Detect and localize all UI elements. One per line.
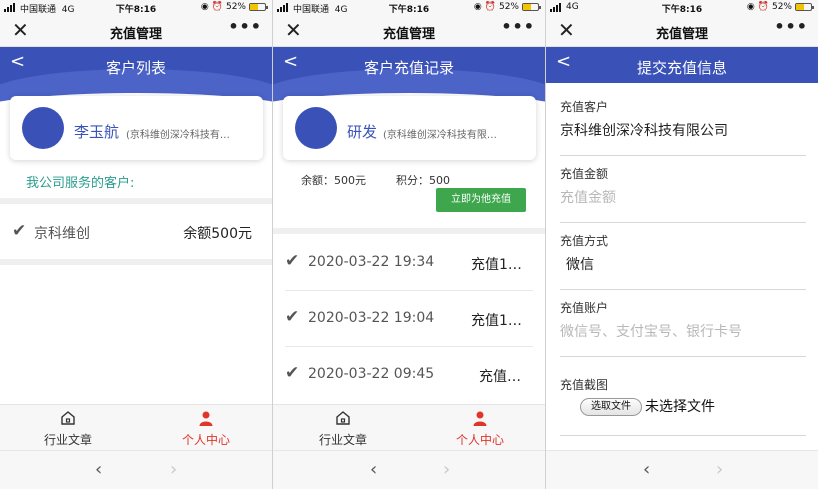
recharge-records-screen: 中国联通 4G 下午8:16 ◉ ⏰ 52% ✕ 充值管理 ••• < 客户充值记录… (273, 0, 545, 489)
status-bar: 中国联通 4G 下午8:16 ◉ ⏰ 52% (273, 0, 545, 16)
browser-nav-bar: ‹ › (546, 450, 818, 489)
nav-forward-icon[interactable]: › (716, 459, 723, 480)
page-title: 客户充值记录 (363, 59, 454, 77)
status-bar: 中国联通 4G 下午8:16 ◉ ⏰ 52% (0, 0, 272, 16)
battery-percent: 52% (498, 2, 519, 12)
alarm-icon: ⏰ (757, 2, 769, 12)
record-row[interactable]: ✔ 2020-03-22 09:45 充值… (273, 346, 545, 402)
submit-recharge-screen: 4G 下午8:16 ◉ ⏰ 52% ✕ 充值管理 ••• < 提交充值信息 充值客户… (546, 0, 818, 489)
file-status: 未选择文件 (645, 399, 715, 415)
customer-label: 充值客户 (560, 100, 609, 114)
check-icon: ✔ (285, 307, 300, 327)
avatar (295, 107, 337, 149)
status-bar: 4G 下午8:16 ◉ ⏰ 52% (546, 0, 818, 16)
nav-back-icon[interactable]: ‹ (643, 459, 650, 480)
tab-bar: 行业文章 个人中心 (273, 404, 545, 450)
record-datetime: 2020-03-22 19:34 (308, 254, 435, 270)
home-icon (336, 411, 350, 425)
page-title: 客户列表 (105, 59, 166, 77)
person-icon (473, 411, 487, 426)
choose-file-button[interactable]: 选取文件 (580, 398, 642, 416)
record-datetime: 2020-03-22 09:45 (308, 366, 435, 382)
alarm-icon: ⏰ (484, 2, 496, 12)
amount-field[interactable]: 充值金额 充值金额 (560, 157, 806, 223)
record-row[interactable]: ✔ 2020-03-22 19:04 充值1… (273, 290, 545, 346)
record-status: 充值1… (471, 313, 522, 329)
more-icon[interactable]: ••• (501, 17, 535, 36)
user-name: 李玉航 (74, 123, 120, 141)
rotation-lock-icon: ◉ (200, 2, 209, 12)
section-title: 我公司服务的客户: (26, 176, 135, 191)
page-header: < 客户列表 (0, 47, 272, 87)
alarm-icon: ⏰ (211, 2, 223, 12)
user-company: (京科维创深冷科技有… (126, 130, 230, 141)
customer-field[interactable]: 充值客户 京科维创深冷科技有限公司 (560, 90, 806, 156)
tab-articles[interactable]: 行业文章 (18, 405, 118, 451)
check-icon: ✔ (285, 251, 300, 271)
avatar (22, 107, 64, 149)
account-input[interactable]: 微信号、支付宝号、银行卡号 (560, 321, 742, 341)
customer-name: 研发 (347, 123, 378, 141)
balance-label: 余额：500元 (301, 174, 366, 187)
battery-icon (522, 3, 541, 11)
tab-articles-label: 行业文章 (318, 433, 367, 447)
more-icon[interactable]: ••• (774, 17, 808, 36)
amount-input[interactable]: 充值金额 (560, 187, 616, 207)
customer-card: 研发 (京科维创深冷科技有限… (283, 96, 536, 160)
check-icon: ✔ (12, 221, 27, 241)
tab-profile-label: 个人中心 (181, 433, 230, 447)
check-icon: ✔ (285, 363, 300, 383)
tab-profile[interactable]: 个人中心 (156, 405, 256, 451)
nav-forward-icon[interactable]: › (443, 459, 450, 480)
nav-back-icon[interactable]: ‹ (370, 459, 377, 480)
battery-icon (249, 3, 268, 11)
recharge-now-button[interactable]: 立即为他充值 (436, 188, 526, 212)
battery-percent: 52% (225, 2, 246, 12)
more-icon[interactable]: ••• (228, 17, 262, 36)
screenshot-label: 充值截图 (560, 378, 609, 392)
amount-label: 充值金额 (560, 167, 609, 181)
tab-articles[interactable]: 行业文章 (293, 405, 393, 451)
account-field[interactable]: 充值账户 微信号、支付宝号、银行卡号 (560, 291, 806, 357)
method-label: 充值方式 (560, 234, 609, 248)
page-title: 提交充值信息 (636, 59, 727, 77)
customer-company: (京科维创深冷科技有限… (383, 130, 497, 141)
record-row[interactable]: ✔ 2020-03-22 19:34 充值1… (273, 234, 545, 290)
person-icon (199, 411, 213, 426)
nav-forward-icon[interactable]: › (170, 459, 177, 480)
method-field[interactable]: 充值方式 微信 (560, 224, 806, 290)
tab-profile-label: 个人中心 (455, 433, 504, 447)
record-datetime: 2020-03-22 19:04 (308, 310, 435, 326)
page-header: < 客户充值记录 (273, 47, 545, 87)
battery-percent: 52% (771, 2, 792, 12)
browser-nav-bar: ‹ › (0, 450, 272, 489)
tab-bar: 行业文章 个人中心 (0, 404, 272, 450)
tab-articles-label: 行业文章 (43, 433, 92, 447)
user-card: 李玉航 (京科维创深冷科技有… (10, 96, 263, 160)
screenshot-field: 充值截图 选取文件 未选择文件 (560, 368, 806, 436)
battery-icon (795, 3, 814, 11)
points-label: 积分：500 (396, 174, 450, 187)
record-status: 充值1… (471, 257, 522, 273)
account-label: 充值账户 (560, 301, 609, 315)
method-select[interactable]: 微信 (566, 254, 594, 274)
customer-row[interactable]: ✔ 京科维创 余额500元 (0, 204, 272, 259)
customer-value: 京科维创深冷科技有限公司 (560, 123, 728, 139)
customer-list-screen: 中国联通 4G 下午8:16 ◉ ⏰ 52% ✕ 充值管理 ••• < 客户列表 李… (0, 0, 272, 489)
record-status: 充值… (479, 369, 521, 385)
browser-nav-bar: ‹ › (273, 450, 545, 489)
wechat-title-bar: ✕ 充值管理 ••• (0, 16, 272, 47)
wechat-title-bar: ✕ 充值管理 ••• (546, 16, 818, 47)
home-icon (61, 411, 75, 425)
customer-name: 京科维创 (34, 226, 90, 242)
rotation-lock-icon: ◉ (746, 2, 755, 12)
nav-back-icon[interactable]: ‹ (95, 459, 102, 480)
page-header: < 提交充值信息 (546, 47, 818, 83)
rotation-lock-icon: ◉ (473, 2, 482, 12)
tab-profile[interactable]: 个人中心 (430, 405, 530, 451)
customer-balance: 余额500元 (183, 226, 252, 242)
wechat-title-bar: ✕ 充值管理 ••• (273, 16, 545, 47)
